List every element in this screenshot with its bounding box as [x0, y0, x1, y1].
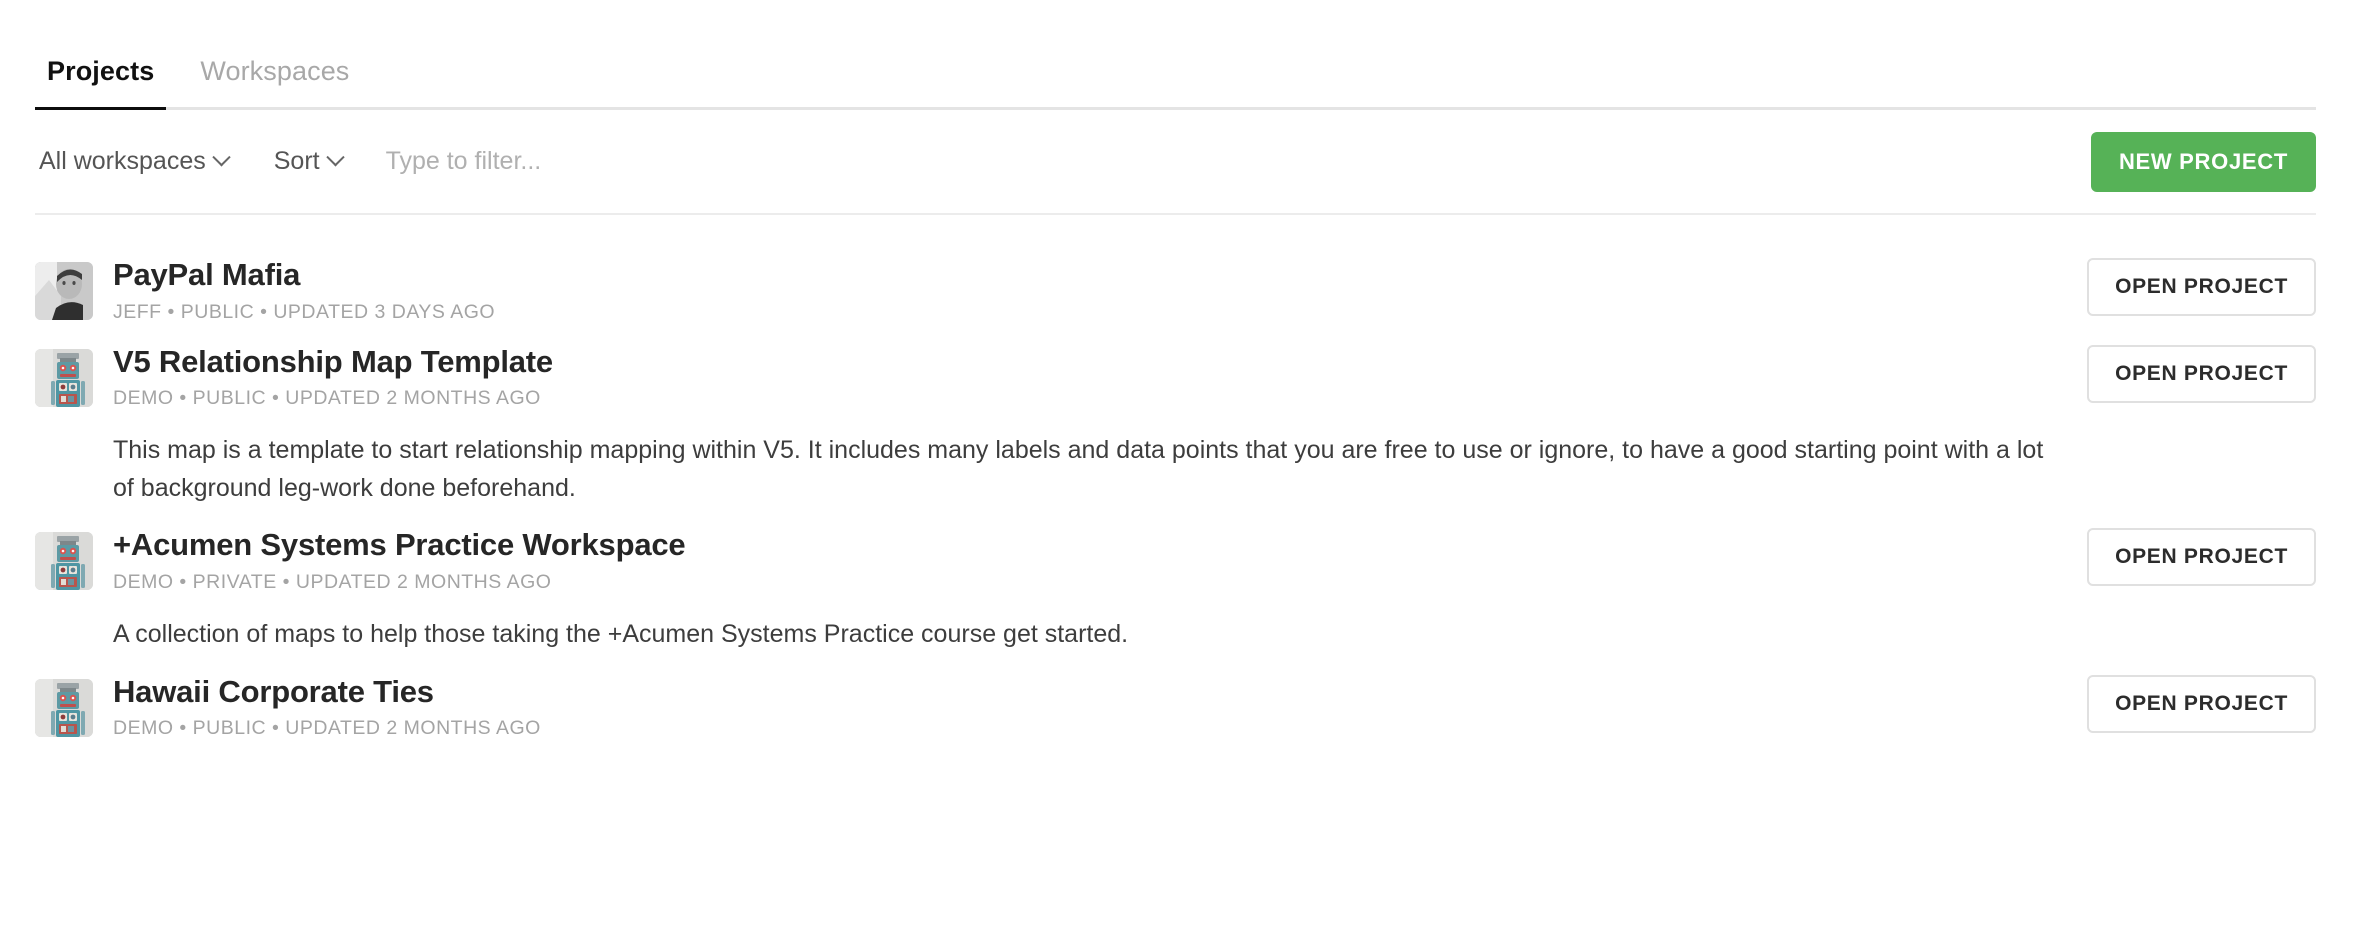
project-text-block: V5 Relationship Map Template DEMO • PUBL… — [113, 344, 2057, 508]
project-row-main: Hawaii Corporate Ties DEMO • PUBLIC • UP… — [35, 674, 2057, 741]
project-title[interactable]: V5 Relationship Map Template — [113, 344, 2057, 380]
tab-workspaces[interactable]: Workspaces — [188, 58, 361, 107]
new-project-button[interactable]: NEW PROJECT — [2090, 131, 2316, 192]
project-list: PayPal Mafia JEFF • PUBLIC • UPDATED 3 D… — [35, 215, 2316, 740]
project-row-main: PayPal Mafia JEFF • PUBLIC • UPDATED 3 D… — [35, 257, 2057, 324]
project-meta: JEFF • PUBLIC • UPDATED 3 DAYS AGO — [113, 300, 496, 323]
workspace-filter-dropdown[interactable]: All workspaces — [35, 141, 232, 182]
tab-projects[interactable]: Projects — [35, 56, 167, 110]
open-project-button[interactable]: OPEN PROJECT — [2087, 258, 2316, 316]
project-description: A collection of maps to help those takin… — [113, 620, 1129, 649]
project-row: +Acumen Systems Practice Workspace DEMO … — [35, 507, 2316, 653]
projects-page: Projects Workspaces All workspaces Sort … — [0, 0, 2366, 936]
project-text-block: +Acumen Systems Practice Workspace DEMO … — [113, 528, 2057, 653]
project-description: This map is a template to start relation… — [113, 436, 2044, 502]
project-row: V5 Relationship Map Template DEMO • PUBL… — [35, 324, 2316, 508]
tab-bar: Projects Workspaces — [35, 0, 2316, 110]
tab-workspaces-label: Workspaces — [200, 56, 350, 86]
project-title[interactable]: +Acumen Systems Practice Workspace — [113, 528, 2057, 563]
project-thumbnail-robot — [35, 348, 93, 407]
project-text-block: Hawaii Corporate Ties DEMO • PUBLIC • UP… — [113, 674, 2057, 741]
chevron-down-icon — [212, 148, 231, 167]
filter-bar: All workspaces Sort NEW PROJECT — [35, 110, 2316, 215]
project-row-main: +Acumen Systems Practice Workspace DEMO … — [35, 528, 2057, 653]
project-row-main: V5 Relationship Map Template DEMO • PUBL… — [35, 344, 2057, 508]
workspace-filter-label: All workspaces — [39, 147, 206, 175]
project-meta: DEMO • PRIVATE • UPDATED 2 MONTHS AGO — [113, 571, 552, 594]
open-project-button[interactable]: OPEN PROJECT — [2087, 528, 2316, 587]
project-text-block: PayPal Mafia JEFF • PUBLIC • UPDATED 3 D… — [113, 257, 2057, 324]
project-row: PayPal Mafia JEFF • PUBLIC • UPDATED 3 D… — [35, 237, 2316, 324]
project-thumbnail-avatar — [35, 262, 93, 320]
project-row: Hawaii Corporate Ties DEMO • PUBLIC • UP… — [35, 654, 2316, 741]
tab-projects-label: Projects — [47, 56, 155, 86]
project-title[interactable]: PayPal Mafia — [113, 257, 2057, 293]
sort-dropdown[interactable]: Sort — [270, 141, 346, 182]
project-meta: DEMO • PUBLIC • UPDATED 2 MONTHS AGO — [113, 717, 541, 740]
sort-label: Sort — [273, 147, 320, 175]
filter-input[interactable] — [383, 141, 784, 182]
open-project-button[interactable]: OPEN PROJECT — [2087, 344, 2316, 403]
project-thumbnail-robot — [35, 678, 93, 737]
open-project-button[interactable]: OPEN PROJECT — [2087, 674, 2316, 733]
project-meta: DEMO • PUBLIC • UPDATED 2 MONTHS AGO — [113, 387, 541, 410]
project-thumbnail-robot — [35, 532, 93, 591]
project-title[interactable]: Hawaii Corporate Ties — [113, 674, 2057, 710]
chevron-down-icon — [325, 148, 345, 167]
